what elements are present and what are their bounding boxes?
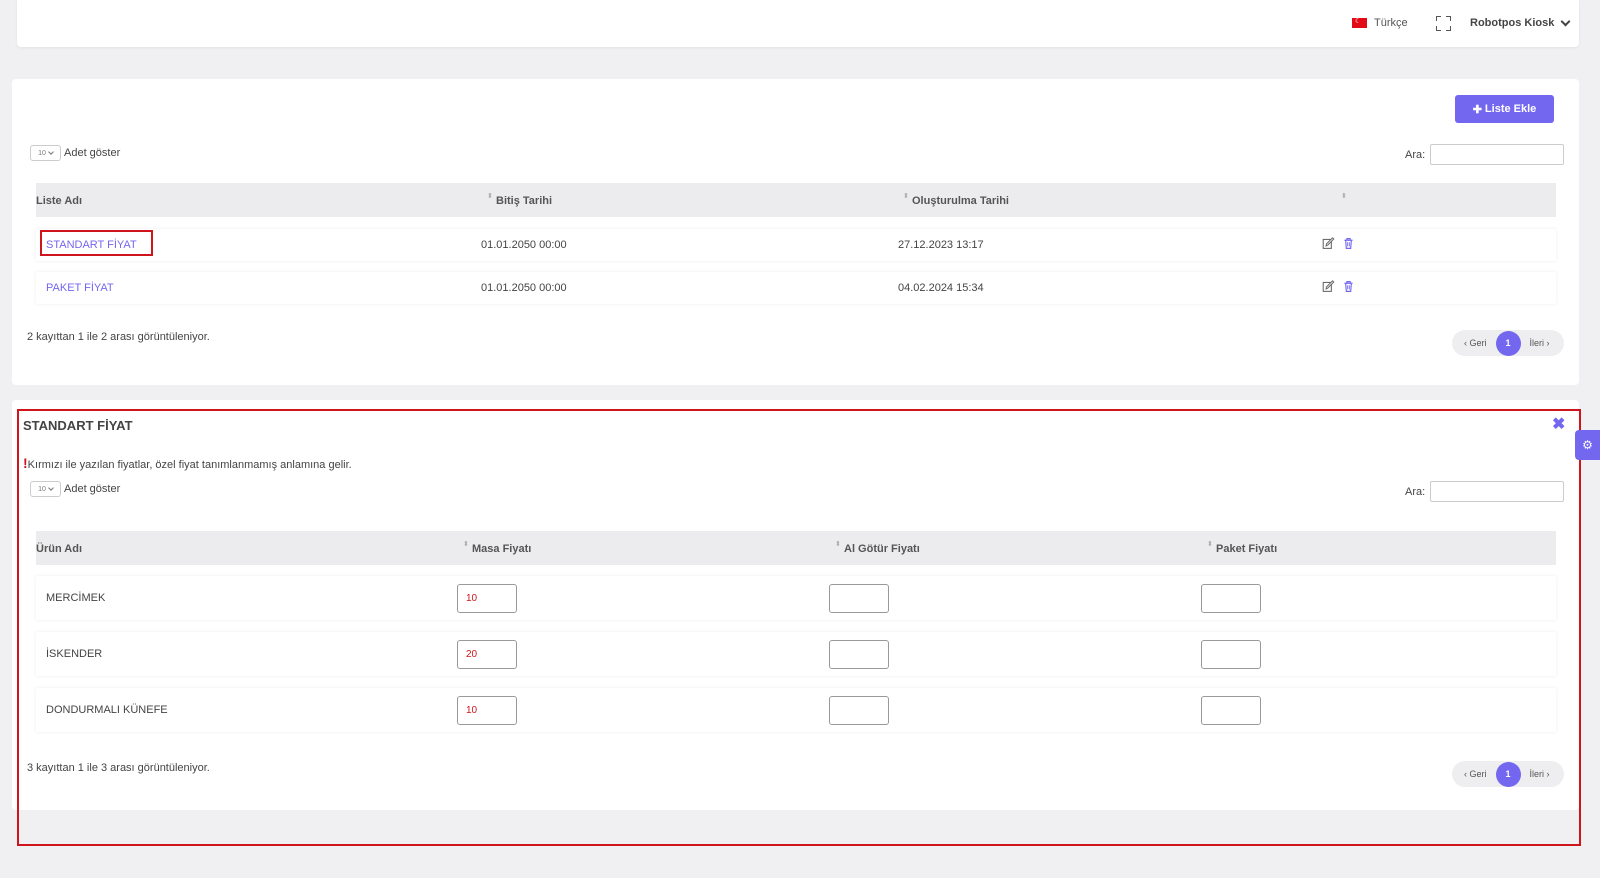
fullscreen-icon[interactable] bbox=[1436, 16, 1451, 31]
sort-icon: ⬍ bbox=[903, 193, 909, 200]
end-date: 01.01.2050 00:00 bbox=[481, 239, 567, 251]
highlight-box bbox=[17, 409, 1581, 846]
page-length-label: Adet göster bbox=[64, 147, 121, 159]
page-length-control: 10 Adet göster bbox=[30, 145, 120, 161]
table-row: STANDART FİYAT 01.01.2050 00:00 27.12.20… bbox=[36, 229, 1556, 261]
table-info: 2 kayıttan 1 ile 2 arası görüntüleniyor. bbox=[27, 331, 210, 343]
search-control: Ara: bbox=[1405, 144, 1565, 165]
edit-icon[interactable] bbox=[1322, 280, 1335, 293]
table-row: PAKET FİYAT 01.01.2050 00:00 04.02.2024 … bbox=[36, 272, 1556, 304]
created-date: 27.12.2023 13:17 bbox=[898, 239, 984, 251]
trash-icon[interactable] bbox=[1342, 280, 1355, 293]
detail-title: STANDART FİYAT bbox=[23, 418, 133, 433]
pagination: ‹ Geri 1 İleri › bbox=[1452, 330, 1564, 356]
list-name-link[interactable]: PAKET FİYAT bbox=[46, 282, 114, 294]
edit-icon[interactable] bbox=[1322, 237, 1335, 250]
add-list-button[interactable]: ✚ Liste Ekle bbox=[1455, 95, 1554, 123]
search-label: Ara: bbox=[1405, 148, 1426, 161]
search-input[interactable] bbox=[1430, 144, 1565, 165]
close-icon[interactable]: ✖ bbox=[1552, 414, 1565, 434]
page-length-select[interactable]: 10 bbox=[30, 145, 61, 161]
price-lists-card: ✚ Liste Ekle 10 Adet göster Ara: Liste A… bbox=[12, 79, 1579, 385]
user-menu[interactable]: Robotpos Kiosk bbox=[1470, 16, 1571, 29]
trash-icon[interactable] bbox=[1342, 237, 1355, 250]
prev-page-button[interactable]: ‹ Geri bbox=[1464, 338, 1487, 348]
settings-gear-icon[interactable]: ⚙ bbox=[1575, 430, 1600, 460]
top-navbar: Türkçe Robotpos Kiosk bbox=[17, 0, 1579, 47]
turkey-flag-icon bbox=[1352, 17, 1367, 28]
next-page-button[interactable]: İleri › bbox=[1530, 338, 1550, 348]
lists-table-header: Liste Adı ⬍ Bitiş Tarihi ⬍ Oluşturulma T… bbox=[36, 183, 1556, 217]
language-label: Türkçe bbox=[1374, 17, 1408, 29]
notice-text: !Kırmızı ile yazılan fiyatlar, özel fiya… bbox=[23, 455, 352, 471]
language-selector[interactable]: Türkçe bbox=[1352, 17, 1408, 29]
plus-icon: ✚ bbox=[1472, 103, 1482, 116]
column-header-end-date[interactable]: Bitiş Tarihi bbox=[496, 195, 552, 207]
notice-label: Kırmızı ile yazılan fiyatlar, özel fiyat… bbox=[27, 459, 352, 471]
end-date: 01.01.2050 00:00 bbox=[481, 282, 567, 294]
page-1-button[interactable]: 1 bbox=[1495, 330, 1521, 356]
sort-icon: ⬍ bbox=[1341, 193, 1347, 200]
add-list-label: Liste Ekle bbox=[1484, 103, 1537, 115]
chevron-down-icon bbox=[1560, 16, 1571, 26]
user-name: Robotpos Kiosk bbox=[1470, 17, 1555, 29]
column-header-list-name[interactable]: Liste Adı bbox=[36, 195, 82, 207]
highlight-box bbox=[40, 230, 153, 256]
column-header-created-date[interactable]: Oluşturulma Tarihi bbox=[912, 195, 1009, 207]
created-date: 04.02.2024 15:34 bbox=[898, 282, 984, 294]
sort-icon: ⬍ bbox=[487, 193, 493, 200]
